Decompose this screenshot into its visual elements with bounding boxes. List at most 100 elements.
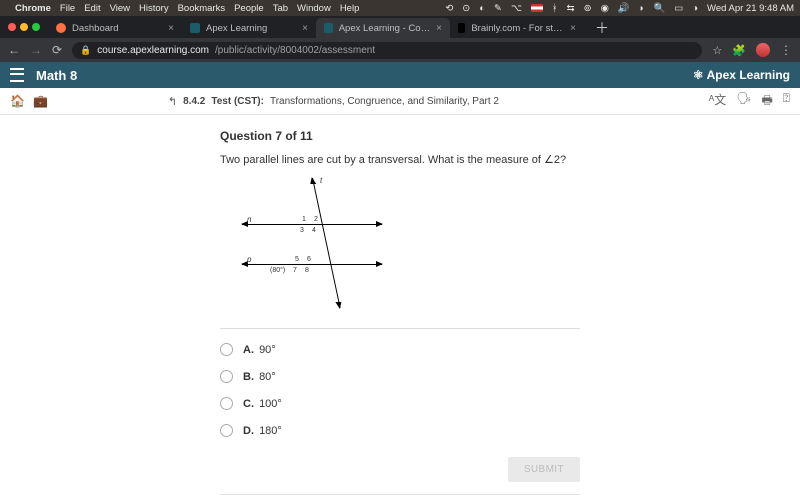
status-icon[interactable]: ◐ (479, 3, 485, 14)
flag-icon[interactable] (531, 4, 543, 12)
forward-button[interactable]: → (30, 43, 42, 57)
choice-text: 80° (259, 371, 276, 383)
geometry-diagram: t n p 1 2 3 4 5 6 7 8 (80°) (232, 178, 412, 318)
menu-window[interactable]: Window (297, 3, 331, 14)
tab-close-icon[interactable]: × (302, 23, 308, 34)
choice-c[interactable]: C. 100° (220, 397, 580, 410)
brand-logo-icon: ⚛ (693, 68, 704, 82)
answer-choices: A. 90° B. 80° C. 100° D. 180° (220, 343, 580, 437)
extensions-icon[interactable]: 🧩 (732, 44, 746, 57)
new-tab-button[interactable]: ＋ (584, 18, 620, 38)
search-icon[interactable]: 🔍 (653, 3, 665, 14)
menu-file[interactable]: File (60, 3, 75, 14)
choice-d-radio[interactable] (220, 424, 233, 437)
lock-icon: 🔒 (80, 45, 91, 56)
choice-letter: A. (243, 344, 254, 356)
tab-close-icon[interactable]: × (570, 23, 576, 34)
briefcase-icon[interactable]: 💼 (33, 94, 48, 108)
bookmark-star-icon[interactable]: ☆ (712, 44, 722, 57)
brand-text: Apex Learning (707, 68, 790, 82)
browser-tab-strip: Dashboard × Apex Learning × Apex Learnin… (0, 16, 800, 38)
window-maximize-button[interactable] (32, 23, 40, 31)
help-icon[interactable]: ⍰ (783, 91, 790, 112)
home-icon[interactable]: 🏠 (10, 94, 25, 108)
menu-people[interactable]: People (234, 3, 264, 14)
favicon-icon (190, 23, 200, 33)
line-n (242, 224, 382, 225)
choice-c-radio[interactable] (220, 397, 233, 410)
choice-b[interactable]: B. 80° (220, 370, 580, 383)
angle-6-label: 6 (307, 256, 311, 263)
tab-title: Brainly.com - For students. By (471, 23, 564, 34)
line-t-label: t (320, 176, 322, 185)
browser-tab[interactable]: Brainly.com - For students. By × (450, 18, 584, 38)
choice-a-radio[interactable] (220, 343, 233, 356)
line-n-label: n (247, 215, 251, 224)
browser-tab[interactable]: Apex Learning × (182, 18, 316, 38)
line-p (242, 264, 382, 265)
status-icon[interactable]: ⊙ (462, 3, 470, 14)
tab-close-icon[interactable]: × (436, 23, 442, 34)
tab-title: Dashboard (72, 23, 118, 34)
assessment-back-icon[interactable]: ↰ (168, 95, 177, 108)
choice-d[interactable]: D. 180° (220, 424, 580, 437)
assessment-type: Test (CST): (211, 96, 264, 107)
angle-3-label: 3 (300, 227, 304, 234)
browser-tab-active[interactable]: Apex Learning - Courses × (316, 18, 450, 38)
profile-avatar[interactable] (756, 43, 770, 57)
window-minimize-button[interactable] (20, 23, 28, 31)
favicon-icon (56, 23, 66, 33)
brand-logo[interactable]: ⚛Apex Learning (693, 68, 790, 82)
bluetooth-icon[interactable]: ᚼ (552, 3, 558, 14)
choice-letter: D. (243, 425, 254, 437)
choice-letter: B. (243, 371, 254, 383)
translate-icon[interactable]: ᴬ文 (709, 91, 726, 112)
question-prompt: Two parallel lines are cut by a transver… (220, 153, 580, 166)
window-close-button[interactable] (8, 23, 16, 31)
status-icon[interactable]: ⌥ (511, 3, 522, 14)
tab-title: Apex Learning (206, 23, 267, 34)
choice-text: 180° (259, 425, 282, 437)
choice-b-radio[interactable] (220, 370, 233, 383)
volume-icon[interactable]: 🔊 (618, 3, 630, 14)
status-icon[interactable]: ⇆ (567, 3, 575, 14)
browser-tab[interactable]: Dashboard × (48, 18, 182, 38)
content-area: Question 7 of 11 Two parallel lines are … (0, 115, 800, 500)
transversal-line-t (312, 178, 341, 308)
menu-edit[interactable]: Edit (84, 3, 100, 14)
menu-view[interactable]: View (110, 3, 130, 14)
angle-4-label: 4 (312, 227, 316, 234)
screen-icon[interactable]: ▭ (674, 3, 683, 14)
wifi-signal-icon[interactable]: ◗ (639, 3, 645, 14)
wifi-icon[interactable]: ⊚ (584, 3, 592, 14)
menu-history[interactable]: History (139, 3, 169, 14)
browser-toolbar: ← → ⟳ 🔒 course.apexlearning.com/public/a… (0, 38, 800, 62)
choice-text: 100° (259, 398, 282, 410)
assessment-title: Transformations, Congruence, and Similar… (270, 96, 499, 107)
browser-menu-icon[interactable]: ⋮ (780, 43, 792, 57)
menu-tab[interactable]: Tab (273, 3, 288, 14)
menu-help[interactable]: Help (340, 3, 360, 14)
reload-button[interactable]: ⟳ (52, 43, 62, 57)
favicon-icon (324, 23, 333, 33)
choice-a[interactable]: A. 90° (220, 343, 580, 356)
back-button[interactable]: ← (8, 43, 20, 57)
status-icon[interactable]: ✎ (494, 3, 502, 14)
tab-close-icon[interactable]: × (168, 23, 174, 34)
angle-1-label: 1 (302, 216, 306, 223)
eye-icon[interactable]: ◉ (601, 3, 609, 14)
menu-bookmarks[interactable]: Bookmarks (178, 3, 226, 14)
siri-icon[interactable]: ◑ (692, 3, 698, 14)
favicon-icon (458, 23, 465, 33)
menu-hamburger-icon[interactable] (10, 68, 24, 82)
status-icon[interactable]: ⟲ (445, 3, 453, 14)
question-number: Question 7 of 11 (220, 129, 580, 143)
clock-text[interactable]: Wed Apr 21 9:48 AM (707, 3, 794, 14)
print-icon[interactable]: 🖶 (761, 91, 772, 112)
address-bar[interactable]: 🔒 course.apexlearning.com/public/activit… (72, 42, 702, 59)
read-aloud-icon[interactable]: 🗣 (736, 91, 751, 112)
submit-button[interactable]: SUBMIT (508, 457, 580, 482)
angle-2-label: 2 (314, 216, 318, 223)
tab-title: Apex Learning - Courses (339, 23, 430, 34)
app-menu[interactable]: Chrome (15, 3, 51, 14)
